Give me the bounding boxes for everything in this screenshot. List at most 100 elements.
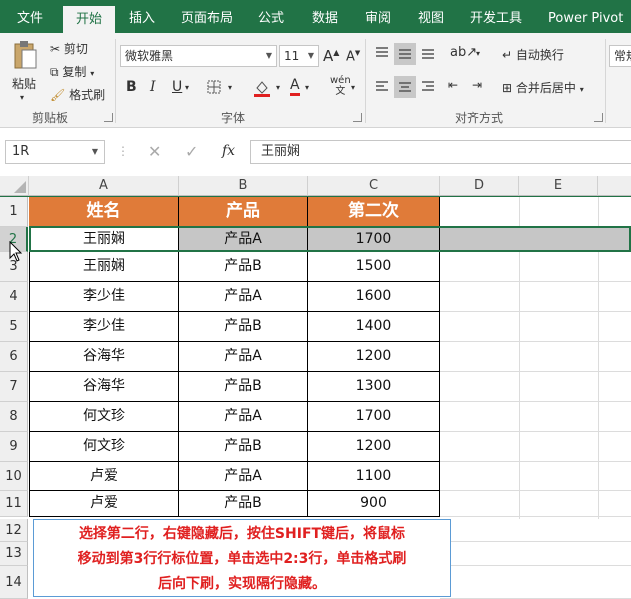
table-cell-product[interactable]: 产品B [179,432,308,462]
table-cell-value[interactable]: 1700 [308,402,440,432]
clipboard-launcher-icon[interactable] [104,113,113,122]
tab-home[interactable]: 开始 [63,6,116,33]
tab-data[interactable]: 数据 [312,0,338,33]
align-left-icon[interactable] [372,77,392,97]
table-cell-name[interactable]: 何文珍 [29,402,179,432]
table-cell-product[interactable]: 产品A [179,402,308,432]
font-color-button[interactable]: A [290,77,300,96]
table-cell-name[interactable]: 李少佳 [29,312,179,342]
align-right-icon[interactable] [418,77,438,97]
tab-view[interactable]: 视图 [418,0,444,33]
table-cell-product[interactable]: 产品A [179,282,308,312]
bold-button[interactable]: B [126,79,137,95]
table-cell-product[interactable]: 产品B [179,312,308,342]
tab-insert[interactable]: 插入 [129,0,155,33]
italic-button[interactable]: I [150,79,156,95]
name-box[interactable]: 1R ▼ [5,140,105,164]
table-cell-name[interactable]: 王丽娴 [29,227,179,252]
row-header-11[interactable]: 11 [0,491,28,517]
font-name-select[interactable]: 微软雅黑 ▼ [120,45,277,67]
formula-input[interactable]: 王丽娴 [250,140,631,164]
table-cell-product[interactable]: 产品B [179,252,308,282]
column-header-b[interactable]: B [179,176,308,196]
column-header-d[interactable]: D [440,176,519,196]
table-cell-product[interactable]: 产品A [179,227,308,252]
table-header-product[interactable]: 产品 [179,197,308,227]
table-cell-value[interactable]: 1400 [308,312,440,342]
table-cell-name[interactable]: 何文珍 [29,432,179,462]
wrap-text-button[interactable]: ↵ 自动换行 [502,46,564,63]
row-header-8[interactable]: 8 [0,402,28,432]
phonetic-button[interactable]: wén 文 [330,75,351,97]
row-header-9[interactable]: 9 [0,432,28,462]
tab-formulas[interactable]: 公式 [258,0,284,33]
row-header-1[interactable]: 1 [0,197,28,227]
tab-power-pivot[interactable]: Power Pivot [548,0,623,33]
number-format-select[interactable]: 常规 [609,45,631,67]
font-size-select[interactable]: 11 ▼ [279,45,319,67]
decrease-indent-icon[interactable]: ⇤ [448,78,458,92]
row-header-5[interactable]: 5 [0,312,28,342]
column-header-c[interactable]: C [308,176,440,196]
table-header-name[interactable]: 姓名 [29,197,179,227]
font-launcher-icon[interactable] [353,113,362,122]
row-header-6[interactable]: 6 [0,342,28,372]
grow-font-button[interactable]: A▲ [323,47,339,65]
increase-indent-icon[interactable]: ⇥ [472,78,482,92]
paste-dropdown-icon[interactable]: ▾ [20,93,24,102]
alignment-launcher-icon[interactable] [594,113,603,122]
font-color-dropdown-icon[interactable]: ▾ [305,83,309,92]
phonetic-dropdown-icon[interactable]: ▾ [351,83,355,92]
align-top-icon[interactable] [372,43,392,63]
table-cell-name[interactable]: 谷海华 [29,372,179,402]
align-bottom-icon[interactable] [418,43,438,63]
select-all-corner[interactable] [0,176,29,196]
borders-icon[interactable] [204,78,224,96]
column-header-f[interactable] [598,176,631,196]
align-center-icon[interactable] [394,76,416,98]
copy-button[interactable]: ⧉ 复制 ▾ [50,63,94,80]
tab-page-layout[interactable]: 页面布局 [181,0,233,33]
merge-center-button[interactable]: ⊞ 合并后居中 ▾ [502,79,584,96]
table-cell-value[interactable]: 1500 [308,252,440,282]
paste-label[interactable]: 粘贴 [12,75,36,92]
column-header-e[interactable]: E [519,176,598,196]
tab-review[interactable]: 审阅 [365,0,391,33]
tab-developer[interactable]: 开发工具 [470,0,522,33]
table-cell-name[interactable]: 卢爱 [29,462,179,491]
table-cell-value[interactable]: 1600 [308,282,440,312]
confirm-icon[interactable]: ✓ [185,142,198,161]
orientation-dropdown-icon[interactable]: ▾ [476,49,480,58]
table-cell-value[interactable]: 1300 [308,372,440,402]
orientation-icon[interactable]: ab↗ [450,45,477,60]
table-cell-value[interactable]: 900 [308,491,440,517]
column-header-a[interactable]: A [29,176,179,196]
table-cell-value[interactable]: 1200 [308,432,440,462]
fill-color-dropdown-icon[interactable]: ▾ [276,83,280,92]
format-painter-button[interactable]: 🖌 格式刷 [50,86,105,103]
shrink-font-button[interactable]: A▼ [346,49,360,64]
paste-icon[interactable] [10,39,40,73]
fill-color-icon[interactable] [250,77,274,99]
row-header-4[interactable]: 4 [0,282,28,312]
table-cell-product[interactable]: 产品B [179,491,308,517]
table-header-second[interactable]: 第二次 [308,197,440,227]
drag-handle-icon[interactable]: ⋮ [117,144,129,158]
align-middle-icon[interactable] [394,43,416,65]
cut-button[interactable]: ✂ 剪切 [50,40,88,57]
row-header-12[interactable]: 12 [0,519,28,542]
table-cell-name[interactable]: 李少佳 [29,282,179,312]
underline-dropdown-icon[interactable]: ▾ [185,83,189,92]
cancel-icon[interactable]: ✕ [148,142,161,161]
table-cell-value[interactable]: 1200 [308,342,440,372]
table-cell-name[interactable]: 王丽娴 [29,252,179,282]
underline-button[interactable]: U [172,79,182,95]
table-cell-name[interactable]: 谷海华 [29,342,179,372]
table-cell-product[interactable]: 产品B [179,372,308,402]
table-cell-product[interactable]: 产品A [179,462,308,491]
tab-file[interactable]: 文件 [17,0,43,33]
table-cell-product[interactable]: 产品A [179,342,308,372]
table-cell-value[interactable]: 1100 [308,462,440,491]
borders-dropdown-icon[interactable]: ▾ [228,83,232,92]
row-header-7[interactable]: 7 [0,372,28,402]
